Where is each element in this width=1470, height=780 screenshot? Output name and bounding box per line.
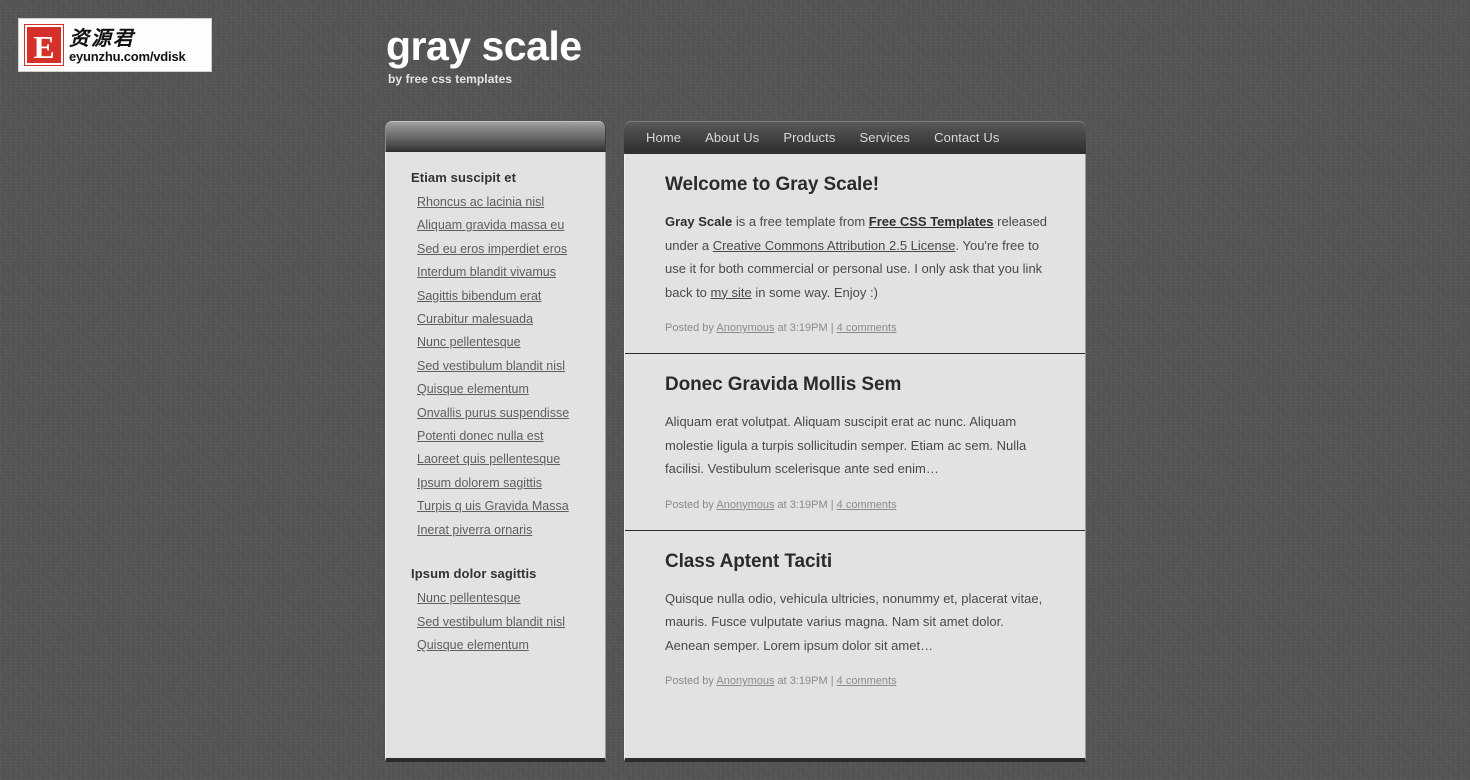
list-item: Nunc pellentesque	[417, 587, 589, 610]
list-item: Curabitur malesuada	[417, 308, 589, 331]
list-item: Laoreet quis pellentesque	[417, 448, 589, 471]
post-item: Donec Gravida Mollis Sem Aliquam erat vo…	[625, 353, 1085, 530]
list-item: Onvallis purus suspendisse	[417, 402, 589, 425]
logo-text-block: 资源君 eyunzhu.com/vdisk	[69, 27, 186, 64]
post-body-lead: Gray Scale	[665, 214, 733, 229]
post-meta-posted-by: Posted by	[665, 322, 714, 334]
list-item: Interdum blandit vivamus	[417, 261, 589, 284]
list-item: Inerat piverra ornaris	[417, 519, 589, 542]
nav-item-products[interactable]: Products	[783, 130, 835, 145]
nav-item-about-us[interactable]: About Us	[705, 130, 759, 145]
main-content: Home About Us Products Services Contact …	[624, 121, 1086, 762]
sidebar-link[interactable]: Inerat piverra ornaris	[417, 519, 589, 542]
post-body-text-1: is a free template from	[732, 214, 869, 229]
nav-item-services[interactable]: Services	[859, 130, 910, 145]
sidebar-link[interactable]: Interdum blandit vivamus	[417, 261, 589, 284]
post-list: Welcome to Gray Scale! Gray Scale is a f…	[624, 154, 1086, 762]
logo-chinese-text: 资源君	[69, 25, 135, 50]
site-header: gray scale by free css templates	[386, 23, 1086, 87]
post-meta-author-link[interactable]: Anonymous	[716, 322, 774, 334]
list-item: Potenti donec nulla est	[417, 425, 589, 448]
post-meta: Posted by Anonymous at 3:19PM | 4 commen…	[665, 321, 1051, 335]
post-link-license[interactable]: Creative Commons Attribution 2.5 License	[713, 238, 956, 253]
sidebar-header-bar	[385, 121, 606, 152]
post-meta-time: at 3:19PM |	[777, 675, 834, 687]
sidebar: Etiam suscipit et Rhoncus ac lacinia nis…	[385, 121, 606, 762]
post-title: Donec Gravida Mollis Sem	[665, 374, 902, 395]
site-tagline: by free css templates	[388, 72, 513, 86]
logo-url-text: eyunzhu.com/vdisk	[69, 48, 186, 64]
post-title: Class Aptent Taciti	[665, 550, 833, 572]
list-item: Sed eu eros imperdiet eros	[417, 238, 589, 261]
post-meta-comments-link[interactable]: 4 comments	[837, 322, 897, 334]
sidebar-link[interactable]: Rhoncus ac lacinia nisl	[417, 191, 589, 214]
sidebar-link[interactable]: Potenti donec nulla est	[417, 425, 589, 448]
post-item: Class Aptent Taciti Quisque nulla odio, …	[625, 529, 1085, 707]
sidebar-link[interactable]: Laoreet quis pellentesque	[417, 448, 589, 471]
post-meta-time: at 3:19PM |	[777, 322, 834, 334]
list-item: Sed vestibulum blandit nisl	[417, 355, 589, 378]
post-item: Welcome to Gray Scale! Gray Scale is a f…	[625, 154, 1085, 353]
nav-item-home[interactable]: Home	[646, 130, 681, 145]
post-meta-author-link[interactable]: Anonymous	[716, 499, 774, 511]
post-meta-posted-by: Posted by	[665, 498, 714, 511]
post-meta: Posted by Anonymous at 3:19PM | 4 commen…	[665, 498, 1051, 512]
post-meta-time: at 3:19PM |	[777, 498, 834, 511]
sidebar-link[interactable]: Onvallis purus suspendisse	[417, 402, 589, 425]
main-navigation: Home About Us Products Services Contact …	[624, 121, 1086, 154]
sidebar-section-heading-2: Ipsum dolor sagittis	[411, 566, 537, 582]
post-body-text-4: in some way. Enjoy :)	[751, 284, 878, 300]
list-item: Sagittis bibendum erat	[417, 285, 589, 308]
logo-letter-mark: E	[24, 24, 64, 66]
sidebar-link[interactable]: Sed eu eros imperdiet eros	[417, 238, 589, 261]
post-meta: Posted by Anonymous at 3:19PM | 4 commen…	[665, 674, 1051, 688]
list-item: Turpis q uis Gravida Massa	[417, 495, 589, 518]
list-item: Quisque elementum	[417, 378, 589, 401]
sidebar-link[interactable]: Nunc pellentesque	[417, 587, 589, 610]
post-meta-posted-by: Posted by	[665, 675, 714, 687]
sidebar-link[interactable]: Aliquam gravida massa eu	[417, 214, 589, 237]
sidebar-link[interactable]: Turpis q uis Gravida Massa	[417, 495, 589, 518]
sidebar-link[interactable]: Ipsum dolorem sagittis	[417, 472, 589, 495]
sidebar-link[interactable]: Nunc pellentesque	[417, 331, 589, 354]
nav-item-contact-us[interactable]: Contact Us	[934, 130, 999, 145]
sidebar-section-heading-1: Etiam suscipit et	[411, 170, 517, 185]
sidebar-link-list-2: Nunc pellentesque Sed vestibulum blandit…	[411, 587, 589, 657]
post-link-my-site[interactable]: my site	[711, 285, 752, 300]
list-item: Sed vestibulum blandit nisl	[417, 611, 589, 634]
list-item: Quisque elementum	[417, 634, 589, 657]
sidebar-link-list-1: Rhoncus ac lacinia nisl Aliquam gravida …	[411, 191, 589, 542]
sidebar-link[interactable]: Sed vestibulum blandit nisl	[417, 611, 589, 634]
sidebar-body: Etiam suscipit et Rhoncus ac lacinia nis…	[385, 152, 606, 762]
page-wrapper: Etiam suscipit et Rhoncus ac lacinia nis…	[385, 121, 1086, 762]
post-meta-author-link[interactable]: Anonymous	[716, 675, 774, 687]
sidebar-link[interactable]: Sagittis bibendum erat	[417, 285, 589, 308]
post-body: Aliquam erat volutpat. Aliquam suscipit …	[665, 414, 1027, 476]
sidebar-link[interactable]: Curabitur malesuada	[417, 308, 589, 331]
list-item: Rhoncus ac lacinia nisl	[417, 191, 589, 214]
post-meta-comments-link[interactable]: 4 comments	[837, 499, 897, 511]
list-item: Ipsum dolorem sagittis	[417, 472, 589, 495]
post-meta-comments-link[interactable]: 4 comments	[837, 675, 897, 687]
sidebar-link[interactable]: Sed vestibulum blandit nisl	[417, 355, 589, 378]
post-title: Welcome to Gray Scale!	[665, 174, 879, 195]
sidebar-link[interactable]: Quisque elementum	[417, 378, 589, 401]
post-body: Gray Scale is a free template from Free …	[665, 210, 1051, 304]
site-logo[interactable]: E 资源君 eyunzhu.com/vdisk	[18, 18, 212, 72]
list-item: Aliquam gravida massa eu	[417, 214, 589, 237]
list-item: Nunc pellentesque	[417, 331, 589, 354]
page-title: gray scale	[386, 23, 582, 69]
post-link-free-css-templates[interactable]: Free CSS Templates	[869, 214, 994, 229]
post-body: Quisque nulla odio, vehicula ultricies, …	[665, 590, 1043, 653]
sidebar-link[interactable]: Quisque elementum	[417, 634, 589, 657]
